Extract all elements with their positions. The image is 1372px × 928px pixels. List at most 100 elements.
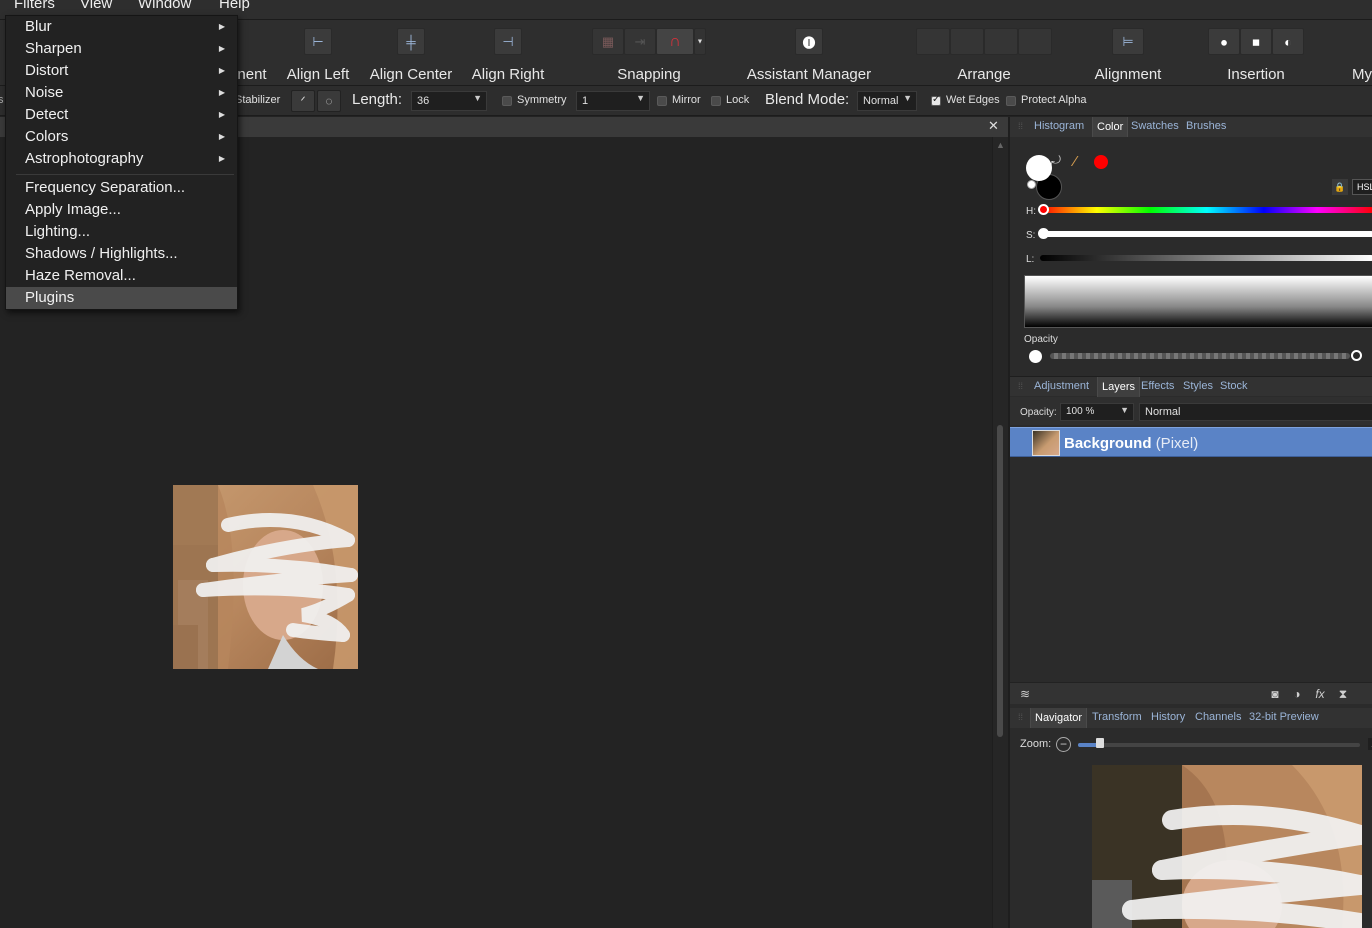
hourglass-icon[interactable]: ⧗ (1336, 687, 1350, 701)
color-picker-icon[interactable]: ⁄ (1074, 153, 1077, 170)
canvas-image[interactable] (173, 485, 358, 669)
hue-slider-knob[interactable] (1038, 204, 1049, 215)
length-field[interactable]: 36 ▼ (411, 91, 487, 111)
protect-alpha-checkbox[interactable] (1006, 96, 1016, 106)
menu-item-shadows-highlights[interactable]: Shadows / Highlights... (6, 243, 237, 265)
zoom-slider-knob[interactable] (1096, 738, 1104, 748)
blend-mode-select[interactable]: Normal ▼ (857, 91, 917, 111)
menu-item-astrophotography[interactable]: Astrophotography ▶ (6, 148, 237, 170)
saturation-slider[interactable] (1040, 231, 1372, 237)
arrange-backward-icon[interactable] (950, 28, 984, 55)
panel-grip-icon[interactable]: ⁞⁞ (1018, 121, 1023, 131)
panel-grip-icon[interactable]: ⁞⁞ (1018, 712, 1023, 722)
mask-layer-icon[interactable]: ◙ (1268, 687, 1282, 701)
tab-navigator[interactable]: Navigator (1030, 708, 1088, 728)
menu-item-distort[interactable]: Distort ▶ (6, 60, 237, 82)
menu-item-blur[interactable]: Blur ▶ (6, 16, 237, 38)
menu-item-lighting[interactable]: Lighting... (6, 221, 237, 243)
primary-color-swatch[interactable] (1026, 155, 1052, 181)
menu-item-apply-image[interactable]: Apply Image... (6, 199, 237, 221)
tab-adjustment[interactable]: Adjustment (1034, 380, 1089, 392)
alignment-group[interactable]: ⊨ Alignment (1095, 28, 1161, 83)
insert-top-icon[interactable]: ■ (1240, 28, 1272, 55)
arrange-forward-icon[interactable] (984, 28, 1018, 55)
menu-item-noise[interactable]: Noise ▶ (6, 82, 237, 104)
opacity-slider[interactable] (1050, 353, 1350, 359)
menu-item-haze-removal[interactable]: Haze Removal... (6, 265, 237, 287)
insert-behind-icon[interactable]: ● (1208, 28, 1240, 55)
arrange-front-icon[interactable] (1018, 28, 1052, 55)
insert-inside-icon[interactable]: ◐ (1272, 28, 1304, 55)
hue-slider[interactable] (1040, 207, 1372, 213)
tab-channels[interactable]: Channels (1195, 711, 1241, 723)
alignment-icon[interactable]: ⊨ (1112, 28, 1144, 55)
arrange-group[interactable]: Arrange (914, 28, 1054, 83)
align-center-icon[interactable]: ╪ (397, 28, 425, 55)
tab-color[interactable]: Color (1092, 117, 1129, 137)
align-left-icon[interactable]: ⊢ (304, 28, 332, 55)
align-right-group[interactable]: ⊣ Align Right (472, 28, 544, 83)
tab-layers[interactable]: Layers (1097, 377, 1141, 397)
symmetry-field[interactable]: 1 ▼ (576, 91, 650, 111)
color-mode-select[interactable]: HSL (1352, 179, 1372, 195)
menu-item-plugins[interactable]: Plugins (6, 287, 237, 309)
scroll-up-icon[interactable]: ▲ (996, 140, 1005, 150)
assistant-icon[interactable]: 🅘 (795, 28, 823, 55)
tab-brushes[interactable]: Brushes (1186, 120, 1226, 132)
length-dropdown-icon[interactable]: ▼ (473, 93, 482, 103)
snapping-dropdown-icon[interactable]: ▼ (694, 28, 706, 55)
lock-icon[interactable]: 🔒 (1332, 179, 1348, 195)
saturation-slider-knob[interactable] (1038, 228, 1049, 239)
menu-window[interactable]: Window (132, 0, 197, 12)
layer-row-background[interactable]: Background (Pixel) (1010, 427, 1372, 457)
no-color-icon[interactable] (1027, 180, 1036, 189)
tab-stock[interactable]: Stock (1220, 380, 1248, 392)
lock-checkbox[interactable] (711, 96, 721, 106)
tab-32bit-preview[interactable]: 32-bit Preview (1249, 711, 1319, 723)
snapping-group[interactable]: ▦ ⇥ ∩ ▼ Snapping (590, 28, 708, 83)
layers-stack-icon[interactable]: ≋ (1018, 687, 1032, 701)
snapping-magnet-icon[interactable]: ∩ (656, 28, 694, 55)
assistant-group[interactable]: 🅘 Assistant Manager (747, 28, 871, 83)
canvas-vertical-scrollbar[interactable]: ▲ (992, 137, 1008, 928)
color-preview-box[interactable] (1024, 275, 1372, 328)
symmetry-dropdown-icon[interactable]: ▼ (636, 93, 645, 103)
menu-item-detect[interactable]: Detect ▶ (6, 104, 237, 126)
layer-opacity-dropdown-icon[interactable]: ▼ (1120, 405, 1129, 415)
navigator-preview[interactable] (1092, 765, 1362, 928)
menu-help[interactable]: Help (213, 0, 256, 12)
panel-grip-icon[interactable]: ⁞⁞ (1018, 381, 1023, 391)
symmetry-checkbox[interactable] (502, 96, 512, 106)
menu-view[interactable]: View (74, 0, 118, 12)
stabilizer-rope-button[interactable]: ᐟ (291, 90, 315, 112)
swap-colors-icon[interactable]: ⤾ (1051, 153, 1061, 168)
snapping-arrow-icon[interactable]: ⇥ (624, 28, 656, 55)
menu-item-colors[interactable]: Colors ▶ (6, 126, 237, 148)
scrollbar-thumb[interactable] (997, 425, 1003, 737)
picked-color-swatch[interactable] (1094, 155, 1108, 169)
zoom-value[interactable]: 1 (1368, 738, 1372, 750)
tab-transform[interactable]: Transform (1092, 711, 1142, 723)
tab-swatches[interactable]: Swatches (1131, 120, 1179, 132)
fx-icon[interactable]: fx (1313, 687, 1327, 701)
layer-opacity-field[interactable]: 100 % ▼ (1060, 403, 1134, 421)
menu-filters[interactable]: Filters (8, 0, 61, 12)
tab-effects[interactable]: Effects (1141, 380, 1174, 392)
tab-styles[interactable]: Styles (1183, 380, 1213, 392)
blend-mode-dropdown-icon[interactable]: ▼ (903, 93, 912, 103)
align-right-icon[interactable]: ⊣ (494, 28, 522, 55)
close-document-icon[interactable]: ✕ (988, 118, 999, 134)
opacity-slider-knob[interactable] (1351, 350, 1362, 361)
align-center-group[interactable]: ╪ Align Center (370, 28, 452, 83)
zoom-out-icon[interactable]: − (1056, 737, 1071, 752)
stabilizer-window-button[interactable]: ◌ (317, 90, 341, 112)
insertion-group[interactable]: ● ■ ◐ Insertion (1204, 28, 1308, 83)
mirror-checkbox[interactable] (657, 96, 667, 106)
align-left-group[interactable]: ⊢ Align Left (287, 28, 349, 83)
menu-item-sharpen[interactable]: Sharpen ▶ (6, 38, 237, 60)
tab-history[interactable]: History (1151, 711, 1185, 723)
zoom-slider[interactable] (1078, 743, 1360, 747)
tab-histogram[interactable]: Histogram (1034, 120, 1084, 132)
arrange-back-icon[interactable] (916, 28, 950, 55)
wet-edges-checkbox[interactable] (931, 94, 941, 106)
